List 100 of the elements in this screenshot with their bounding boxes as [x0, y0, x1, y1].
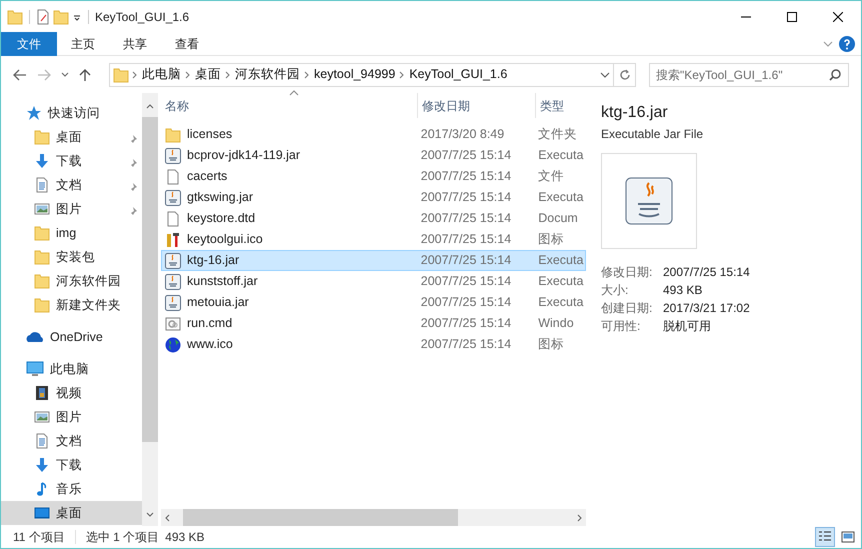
modified-date: 2007/7/25 15:14: [420, 316, 512, 330]
nav-item[interactable]: 音乐: [1, 477, 142, 501]
ribbon-tab[interactable]: 查看: [161, 32, 213, 56]
expand-ribbon-icon: [823, 40, 833, 48]
file-row[interactable]: gtkswing.jar 2007/7/25 15:14 Executa: [161, 187, 586, 208]
file-row[interactable]: kunststoff.jar 2007/7/25 15:14 Executa: [161, 271, 586, 292]
scroll-down-icon: [146, 512, 154, 518]
column-header[interactable]: 类型: [536, 93, 586, 118]
nav-item[interactable]: 视频: [1, 381, 142, 405]
file-name: kunststoff.jar: [187, 273, 258, 290]
file-row[interactable]: ktg-16.jar 2007/7/25 15:14 Executa: [161, 250, 586, 271]
file-type: Executa: [538, 148, 584, 162]
address-bar[interactable]: 此电脑 桌面 河东软件园 keytool_94999 KeyTool_GUI_1.6: [109, 62, 614, 86]
search-field[interactable]: 搜索"KeyTool_GUI_1.6": [649, 62, 849, 86]
nav-item[interactable]: 新建文件夹: [1, 293, 142, 317]
file-row[interactable]: licenses 2017/3/20 8:49 文件夹: [161, 124, 586, 145]
search-icon: [829, 68, 841, 80]
nav-item[interactable]: 快速访问: [1, 101, 142, 125]
close-icon: [833, 12, 843, 22]
ribbon-tab[interactable]: 共享: [109, 32, 161, 56]
file-name: keytoolgui.ico: [187, 231, 263, 248]
folder-icon: [7, 8, 23, 24]
property-value: 2007/7/25 15:14: [663, 264, 750, 281]
sort-ascending-icon: [289, 90, 299, 96]
property-label: 可用性:: [601, 318, 642, 335]
file-row[interactable]: keystore.dtd 2007/7/25 15:14 Docum: [161, 208, 586, 229]
selection-size: 493 KB: [165, 529, 205, 546]
thumbnails-view-icon: [841, 530, 855, 544]
breadcrumb[interactable]: 桌面: [191, 65, 225, 84]
file-row[interactable]: bcprov-jdk14-119.jar 2007/7/25 15:14 Executa: [161, 145, 586, 166]
nav-item[interactable]: 此电脑: [1, 357, 142, 381]
modified-date: 2017/3/20 8:49: [420, 127, 504, 142]
back-button[interactable]: [13, 68, 27, 80]
file-type: 文件: [538, 169, 564, 184]
desktop-icon: [34, 505, 50, 521]
nav-item[interactable]: 文档: [1, 429, 142, 453]
nav-item[interactable]: 桌面: [1, 501, 142, 525]
key-tool-icon: [165, 232, 181, 248]
scroll-right-icon: [577, 514, 583, 522]
caret-icon: [61, 72, 69, 78]
refresh-icon: [618, 68, 630, 80]
file-row[interactable]: cacerts 2007/7/25 15:14 文件: [161, 166, 586, 187]
column-header[interactable]: 名称: [161, 93, 418, 118]
breadcrumb[interactable]: 此电脑: [138, 65, 185, 84]
column-header[interactable]: 修改日期: [418, 93, 536, 118]
file-name: ktg-16.jar: [187, 252, 240, 270]
property-value: 493 KB: [663, 282, 702, 299]
file-name: www.ico: [187, 336, 233, 354]
java-cup-icon: [165, 252, 181, 268]
ribbon-tab[interactable]: 文件: [1, 32, 57, 56]
download-arrow-icon: [34, 457, 50, 473]
blank-file-icon: [165, 168, 181, 184]
nav-item[interactable]: img: [1, 221, 142, 245]
nav-item[interactable]: 文档: [1, 173, 142, 197]
nav-item[interactable]: 桌面: [1, 125, 142, 149]
folder-icon: [34, 129, 50, 145]
refresh-button[interactable]: [614, 62, 636, 86]
globe-icon: [165, 336, 181, 352]
selection-info: 选中 1 个项目: [86, 529, 160, 546]
file-name: keystore.dtd: [187, 210, 256, 228]
chevron-icon: [225, 70, 231, 78]
file-row[interactable]: www.ico 2007/7/25 15:14 图标: [161, 334, 586, 355]
up-button[interactable]: [79, 68, 91, 82]
modified-date: 2007/7/25 15:14: [420, 295, 512, 310]
folder-icon: [34, 273, 50, 289]
nav-item[interactable]: 图片: [1, 197, 142, 221]
scroll-up-icon: [146, 102, 154, 109]
view-button[interactable]: [815, 527, 835, 547]
dropdown-caret-icon: [600, 71, 610, 80]
file-type: Executa: [538, 295, 584, 310]
file-row[interactable]: keytoolgui.ico 2007/7/25 15:14 图标: [161, 229, 586, 250]
modified-date: 2007/7/25 15:14: [420, 148, 512, 162]
nav-item[interactable]: 图片: [1, 405, 142, 429]
star-icon: [26, 105, 42, 121]
breadcrumb[interactable]: KeyTool_GUI_1.6: [405, 65, 512, 84]
java-cup-icon: [625, 177, 673, 225]
download-arrow-icon: [34, 153, 50, 169]
computer-icon: [26, 361, 44, 377]
nav-item[interactable]: OneDrive: [1, 325, 142, 349]
nav-item[interactable]: 安装包: [1, 245, 142, 269]
nav-item[interactable]: 河东软件园: [1, 269, 142, 293]
modified-date: 2007/7/25 15:14: [420, 253, 512, 268]
chevron-icon: [185, 70, 191, 78]
back-arrow-icon: [13, 68, 27, 80]
breadcrumb[interactable]: 河东软件园: [231, 65, 304, 84]
file-name: run.cmd: [187, 315, 232, 332]
scrollbar[interactable]: [142, 93, 158, 526]
ribbon-tab[interactable]: 主页: [57, 32, 109, 56]
java-cup-icon: [165, 148, 181, 164]
breadcrumb[interactable]: keytool_94999: [310, 65, 400, 84]
horizontal-scrollbar[interactable]: [161, 509, 586, 526]
file-type: 图标: [538, 337, 564, 352]
chevron-icon: [304, 70, 310, 78]
item-count: 11 个项目: [12, 529, 65, 546]
file-row[interactable]: metouia.jar 2007/7/25 15:14 Executa: [161, 292, 586, 313]
nav-item[interactable]: 下载: [1, 149, 142, 173]
recent-locations-button[interactable]: [61, 72, 69, 78]
modified-date: 2007/7/25 15:14: [420, 211, 512, 226]
file-row[interactable]: run.cmd 2007/7/25 15:14 Windo: [161, 313, 586, 334]
nav-item[interactable]: 下载: [1, 453, 142, 477]
